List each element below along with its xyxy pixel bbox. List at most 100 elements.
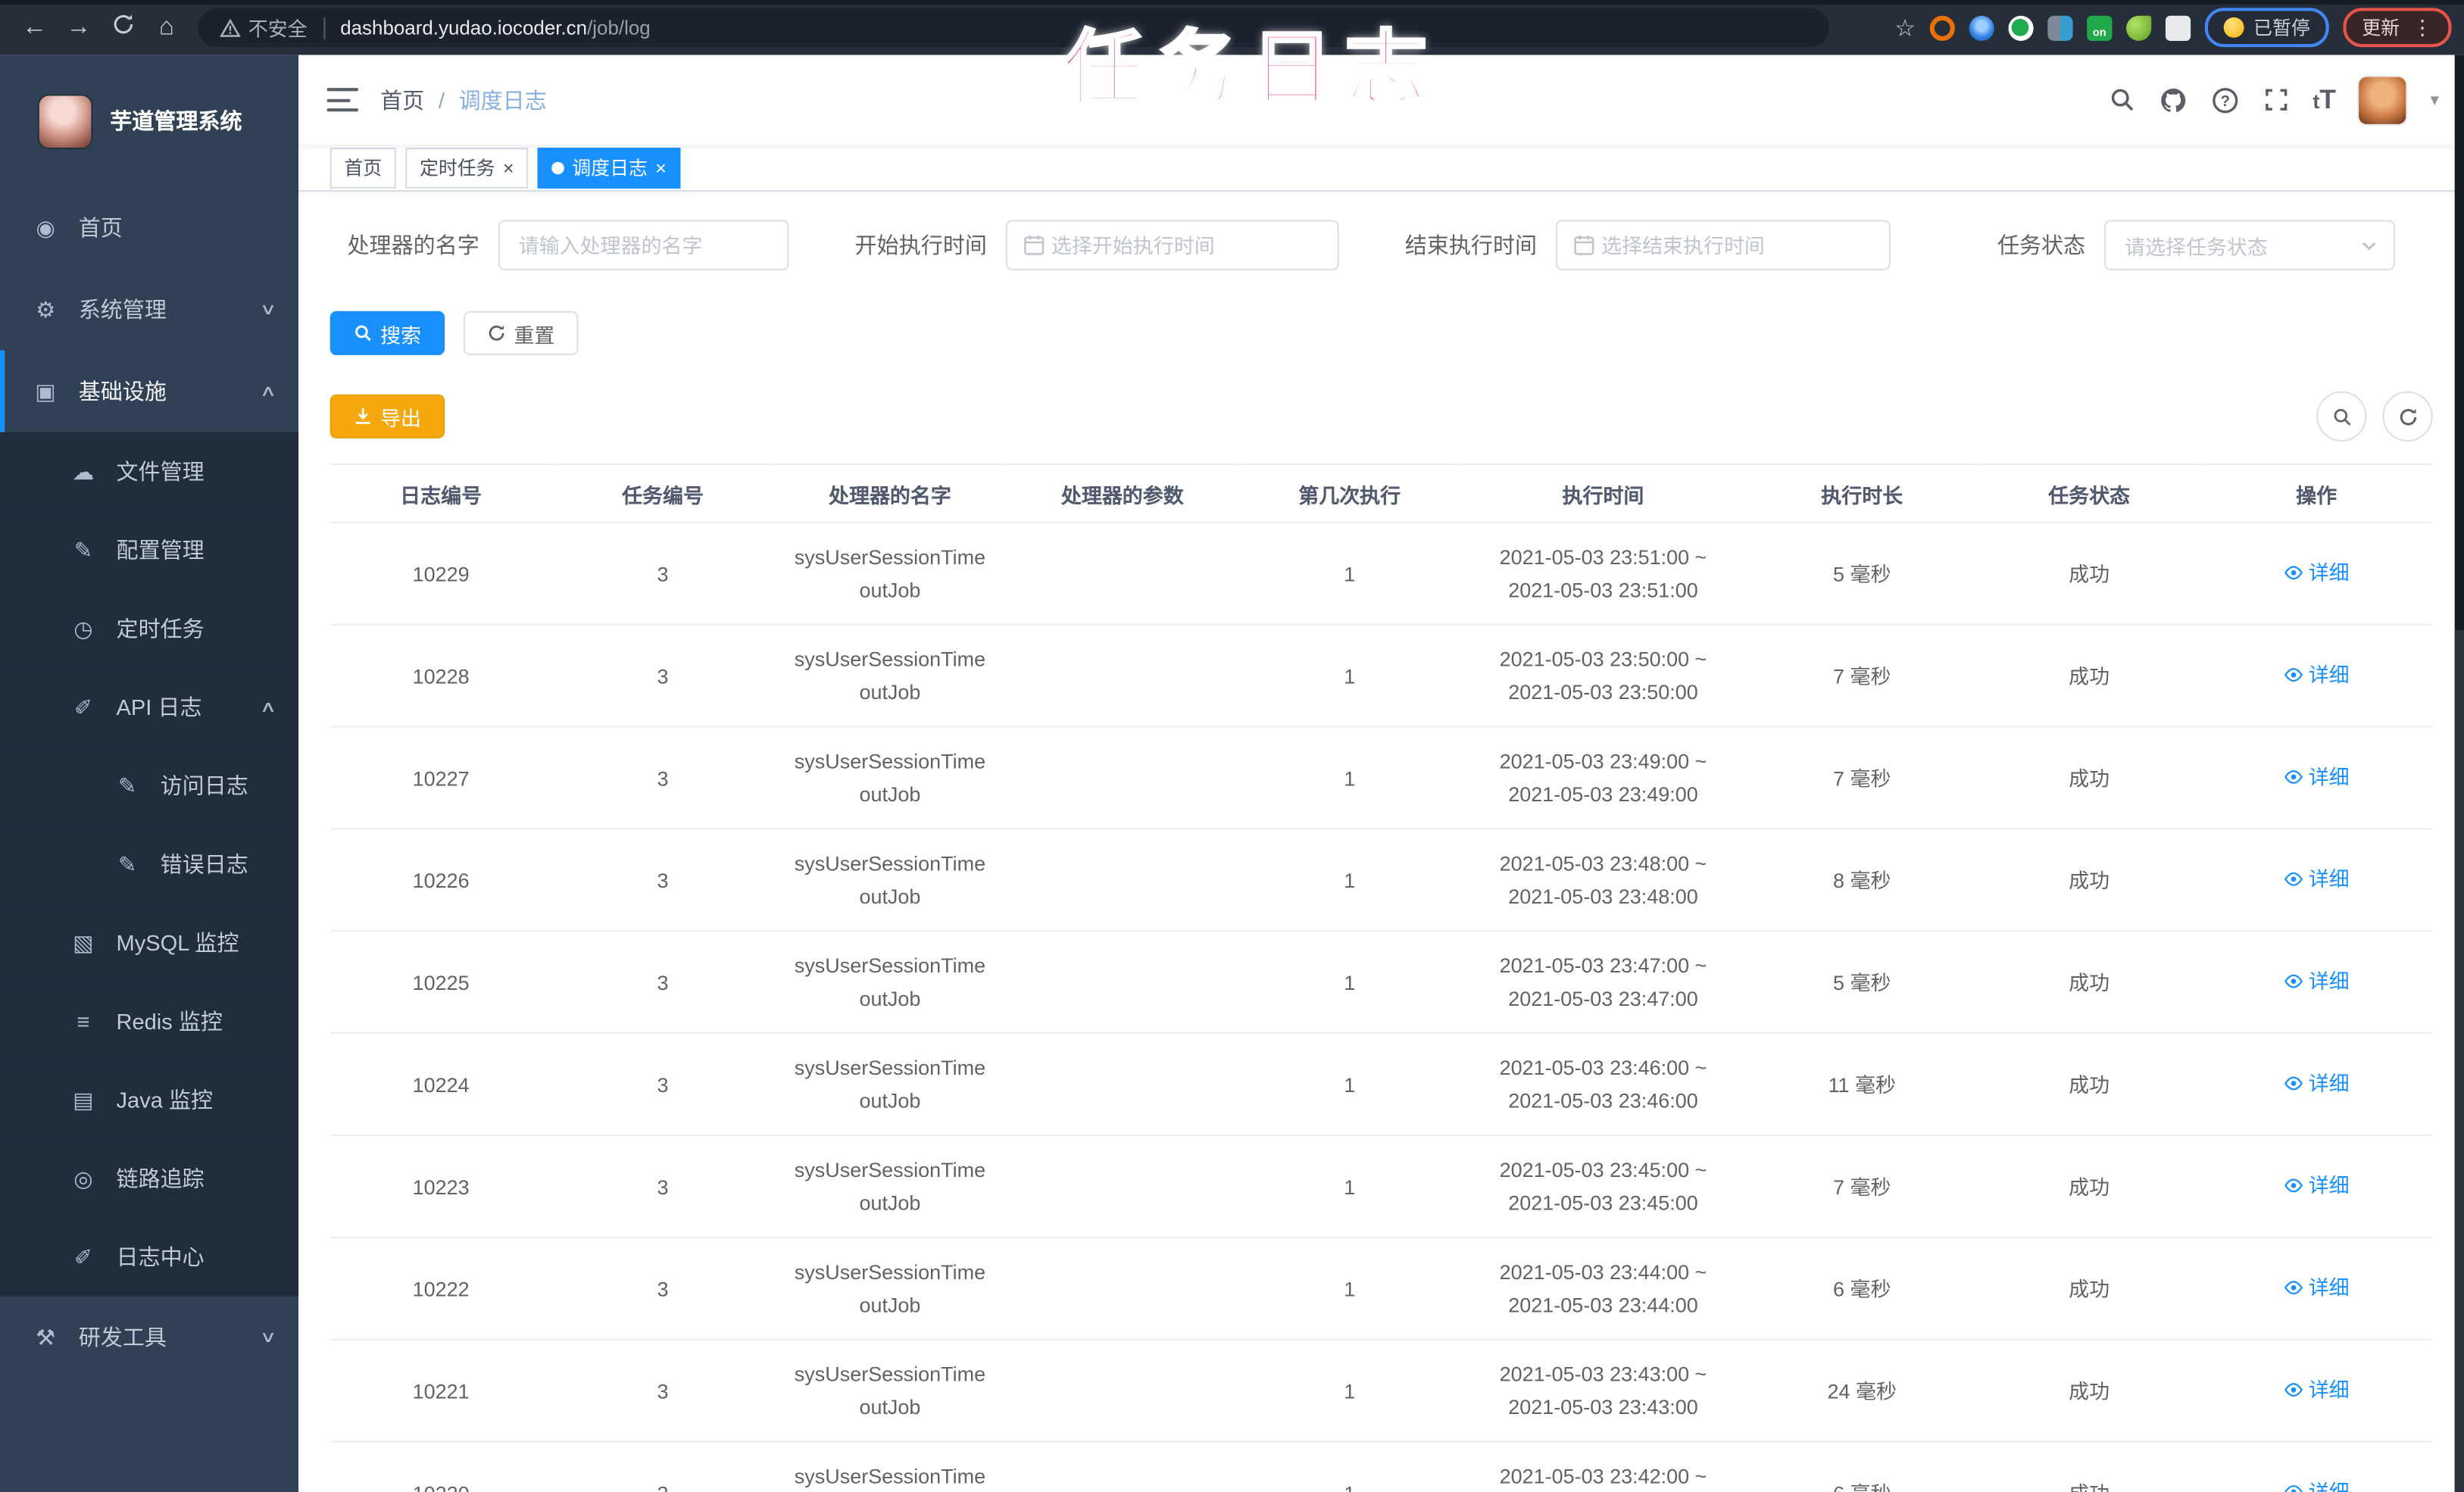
eye-icon [2284, 871, 2303, 885]
header-search-icon[interactable] [2109, 86, 2135, 113]
browser-update-button[interactable]: 更新 ⋮ [2343, 8, 2452, 48]
sidebar-item-devtools[interactable]: ⚒ 研发工具 ∨ [0, 1297, 298, 1378]
table-cell [1006, 522, 1239, 626]
start-time-input[interactable] [1045, 221, 1338, 269]
sidebar-item-label: 系统管理 [78, 297, 167, 323]
screenshot-stage: ← → ⌂ 不安全 dashboard.yudao.iocoder.cn/job… [0, 0, 2464, 1492]
browser-home-icon[interactable]: ⌂ [145, 14, 189, 42]
table-cell: 3 [551, 1441, 774, 1492]
sidebar-item-timed-task[interactable]: ◷ 定时任务 [0, 589, 299, 668]
address-bar[interactable]: 不安全 dashboard.yudao.iocoder.cn/job/log [198, 8, 1829, 48]
puzzle-extension-icon[interactable] [2165, 14, 2191, 40]
table-cell: 3 [551, 1339, 774, 1443]
detail-link-label: 详细 [2308, 1172, 2350, 1197]
table-cell: sysUserSessionTimeoutJob [773, 1135, 1007, 1238]
tab-label: 调度日志 [572, 156, 648, 179]
export-button[interactable]: 导出 [329, 394, 445, 439]
browser-scrollbar[interactable] [2454, 55, 2464, 1492]
table-cell [1006, 1339, 1239, 1443]
table-cell-actions: 详细 [2200, 931, 2433, 1035]
table-cell: 8 毫秒 [1745, 829, 1978, 932]
fullscreen-icon[interactable] [2263, 86, 2289, 113]
browser-reload-icon[interactable] [101, 12, 145, 43]
detail-link[interactable]: 详细 [2284, 1475, 2350, 1492]
blue-drop-extension-icon[interactable] [1969, 14, 1994, 40]
sidebar-item-config-mgmt[interactable]: ✎ 配置管理 [0, 510, 299, 590]
detail-link[interactable]: 详细 [2284, 657, 2350, 691]
leaf-extension-icon[interactable] [2126, 14, 2152, 40]
table-cell [1006, 726, 1239, 830]
refresh-table-button[interactable] [2382, 391, 2433, 442]
sidebar-toggle-icon[interactable] [326, 88, 359, 112]
detail-link[interactable]: 详细 [2284, 555, 2350, 588]
sidebar-item-mysql-monitor[interactable]: ▧ MySQL 监控 [0, 903, 299, 982]
calendar-icon [1023, 234, 1045, 256]
sidebar-item-system-mgmt[interactable]: ⚙ 系统管理 ∨ [0, 269, 298, 351]
table-cell: 3 [551, 1033, 774, 1137]
help-question-icon[interactable]: ? [2211, 86, 2239, 114]
user-avatar[interactable] [2359, 76, 2407, 123]
toggle-search-button[interactable] [2316, 391, 2367, 442]
active-dot [551, 161, 564, 174]
breadcrumb-home[interactable]: 首页 [380, 84, 424, 115]
sidebar-item-access-log[interactable]: ✎ 访问日志 [0, 746, 299, 826]
orange-ring-extension-icon[interactable] [1929, 14, 1955, 40]
sidebar-item-home[interactable]: ◉ 首页 [0, 187, 298, 269]
table-row: 10223 3 sysUserSessionTimeoutJob 1 2021-05-0… [329, 1135, 2433, 1238]
end-time-input[interactable] [1594, 221, 1889, 269]
browser-forward-icon[interactable]: → [57, 14, 101, 42]
on-badge-extension-icon[interactable]: on [2087, 14, 2113, 40]
table-cell: 2021-05-03 23:50:00 ~ 2021-05-03 23:50:0… [1460, 624, 1746, 728]
sidebar-item-redis-monitor[interactable]: ≡ Redis 监控 [0, 982, 299, 1061]
start-time-picker[interactable] [1005, 220, 1339, 270]
grid-extension-icon[interactable] [2047, 14, 2073, 40]
sidebar-item-infrastructure[interactable]: ▣ 基础设施 ∧ [0, 350, 298, 432]
detail-link[interactable]: 详细 [2284, 1169, 2350, 1202]
sidebar-item-file-mgmt[interactable]: ☁ 文件管理 [0, 432, 299, 511]
site-security-warning[interactable]: 不安全 [220, 13, 308, 42]
detail-link[interactable]: 详细 [2284, 760, 2350, 793]
reset-button[interactable]: 重置 [464, 311, 579, 355]
log-center-icon: ✐ [73, 1244, 93, 1269]
github-icon[interactable] [2159, 86, 2187, 114]
table-cell-actions: 详细 [2200, 1237, 2433, 1341]
avatar-caret-down-icon[interactable]: ▾ [2430, 89, 2438, 110]
tab-schedule-log[interactable]: 调度日志 × [537, 146, 681, 188]
end-time-picker[interactable] [1555, 220, 1891, 270]
browser-menu-kebab-icon[interactable]: ⋮ [2412, 15, 2433, 40]
green-y-extension-icon[interactable] [2008, 14, 2034, 40]
table-cell: 5 毫秒 [1745, 931, 1978, 1035]
table-cell: 2021-05-03 23:43:00 ~ 2021-05-03 23:43:0… [1460, 1339, 1746, 1443]
job-status-select[interactable]: 请选择任务状态 [2104, 220, 2395, 270]
sidebar-item-error-log[interactable]: ✎ 错误日志 [0, 825, 299, 904]
sidebar-logo-row[interactable]: 芋道管理系统 [0, 55, 298, 187]
handler-name-input[interactable] [499, 221, 788, 269]
tab-home[interactable]: 首页 [329, 146, 396, 188]
detail-link[interactable]: 详细 [2284, 862, 2350, 895]
detail-link[interactable]: 详细 [2284, 1372, 2350, 1406]
detail-link[interactable]: 详细 [2284, 964, 2350, 997]
table-cell [1006, 829, 1239, 932]
close-tab-icon[interactable]: × [503, 158, 514, 177]
table-cell: 成功 [1978, 1441, 2200, 1492]
sidebar-menu: ◉ 首页 ⚙ 系统管理 ∨ ▣ 基础设施 ∧ ☁ 文件管理 ✎ 配置管理 ◷ 定时任务 ✐ API 日志 ∧ ✎ 访… [0, 187, 299, 1378]
scrollbar-thumb[interactable] [2454, 629, 2464, 1492]
sidebar-item-trace[interactable]: ◎ 链路追踪 [0, 1139, 299, 1218]
sidebar-item-log-center[interactable]: ✐ 日志中心 [0, 1217, 299, 1297]
paused-badge[interactable]: 已暂停 [2204, 8, 2329, 48]
sidebar-item-java-monitor[interactable]: ▤ Java 监控 [0, 1060, 299, 1140]
table-cell: 10229 [329, 522, 552, 626]
java-monitor-icon: ▤ [73, 1086, 94, 1112]
sidebar-item-api-log[interactable]: ✐ API 日志 ∧ [0, 667, 299, 747]
close-tab-icon[interactable]: × [655, 158, 667, 177]
detail-link[interactable]: 详细 [2284, 1270, 2350, 1303]
detail-link[interactable]: 详细 [2284, 1066, 2350, 1100]
search-button[interactable]: 搜索 [329, 311, 445, 355]
bookmark-star-icon[interactable]: ☆ [1894, 14, 1916, 42]
tab-timed-task[interactable]: 定时任务 × [405, 146, 529, 188]
filter-handler-name: 处理器的名字 [330, 220, 789, 270]
font-size-icon[interactable]: tT [2313, 84, 2336, 115]
table-cell [1006, 931, 1239, 1035]
browser-back-icon[interactable]: ← [13, 14, 57, 42]
table-cell: 2021-05-03 23:51:00 ~ 2021-05-03 23:51:0… [1460, 522, 1746, 626]
